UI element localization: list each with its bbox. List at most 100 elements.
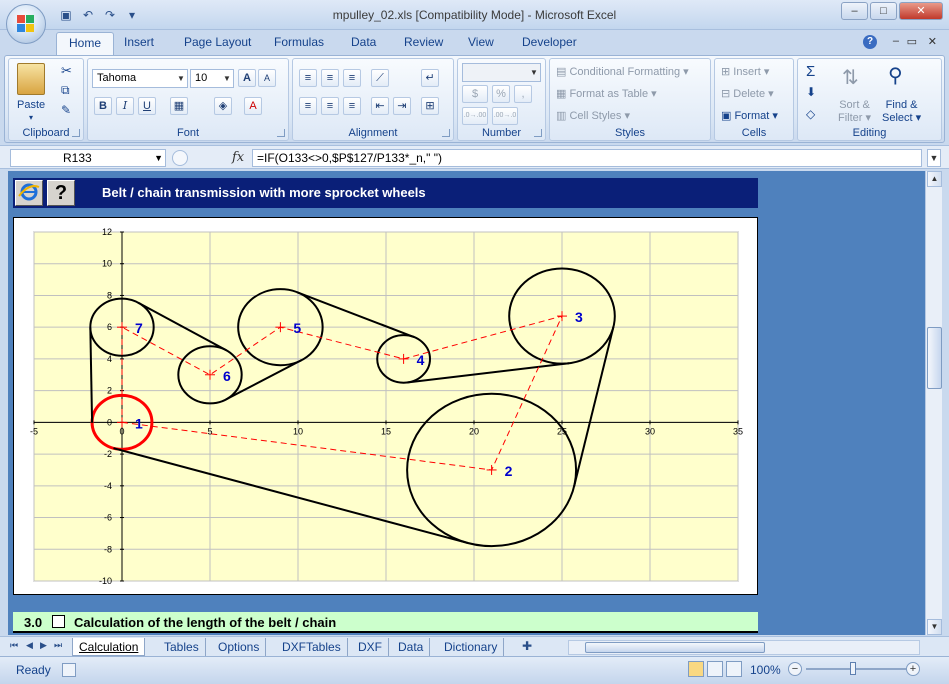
undo-icon[interactable]: ↶ (80, 7, 96, 23)
horizontal-scroll-thumb[interactable] (585, 642, 765, 653)
sheet-tab-options[interactable]: Options (212, 638, 267, 656)
italic-button[interactable]: I (116, 97, 134, 115)
scroll-up-icon[interactable]: ▲ (927, 171, 942, 187)
clipboard-launcher-icon[interactable] (72, 129, 80, 137)
formula-bar-handle-icon[interactable] (172, 150, 188, 166)
bold-button[interactable]: B (94, 97, 112, 115)
last-sheet-icon[interactable]: ⏭ (54, 640, 62, 651)
sheet-tab-dxftables[interactable]: DXFTables (276, 638, 348, 656)
section-checkbox[interactable] (52, 615, 65, 628)
tab-insert[interactable]: Insert (124, 35, 154, 49)
increase-indent-icon[interactable]: ⇥ (393, 97, 411, 115)
belt-chart[interactable]: -5 0 5 10 15 20 25 30 35-10-8-6-4-20246810121234… (14, 218, 757, 594)
formula-input[interactable]: =IF(O133<>0,$P$127/P133*_n," ") (252, 149, 922, 167)
number-launcher-icon[interactable] (534, 129, 542, 137)
align-middle-icon[interactable]: ≡ (321, 69, 339, 87)
align-center-icon[interactable]: ≡ (321, 97, 339, 115)
first-sheet-icon[interactable]: ⏮ (10, 640, 18, 651)
internet-explorer-icon[interactable] (15, 180, 43, 206)
workbook-close-button[interactable]: ✕ (928, 35, 937, 48)
vertical-scroll-thumb[interactable] (927, 327, 942, 389)
sort-filter-icon[interactable]: ⇅ (842, 65, 859, 90)
prev-sheet-icon[interactable]: ◀ (26, 640, 33, 651)
save-icon[interactable]: ▣ (58, 7, 74, 23)
decrease-indent-icon[interactable]: ⇤ (371, 97, 389, 115)
number-format-combo[interactable]: ▼ (462, 63, 541, 82)
tab-home[interactable]: Home (56, 32, 115, 56)
merge-center-icon[interactable]: ⊞ (421, 97, 439, 115)
zoom-level[interactable]: 100% (750, 663, 781, 677)
underline-button[interactable]: U (138, 97, 156, 115)
clear-icon[interactable]: ◇ (806, 107, 815, 121)
decrease-decimal-button[interactable]: .00→.0 (492, 107, 518, 125)
next-sheet-icon[interactable]: ▶ (40, 640, 47, 651)
align-left-icon[interactable]: ≡ (299, 97, 317, 115)
find-select-button[interactable]: Find & Select ▾ (882, 99, 921, 124)
shrink-font-button[interactable]: A (258, 69, 276, 87)
normal-view-icon[interactable] (688, 661, 704, 677)
wrap-text-icon[interactable]: ↵ (421, 69, 439, 87)
macro-recording-icon[interactable] (62, 663, 76, 677)
tab-developer[interactable]: Developer (522, 35, 577, 49)
font-name-combo[interactable]: Tahoma ▼ (92, 69, 188, 88)
font-launcher-icon[interactable] (277, 129, 285, 137)
cut-icon[interactable]: ✂ (61, 63, 72, 79)
zoom-out-button[interactable]: − (788, 662, 802, 676)
chart-frame[interactable]: -5 0 5 10 15 20 25 30 35 -10 -8 -6 -4 -2 0 2 4 6 8 10 12 1 2 3 4… (13, 217, 758, 595)
sheet-tab-dictionary[interactable]: Dictionary (438, 638, 505, 656)
increase-decimal-button[interactable]: .0→.00 (462, 107, 488, 125)
comma-button[interactable]: , (514, 85, 532, 103)
sheet-tab-data[interactable]: Data (392, 638, 431, 656)
maximize-button[interactable]: □ (870, 2, 897, 20)
page-layout-view-icon[interactable] (707, 661, 723, 677)
close-button[interactable]: ✕ (899, 2, 943, 20)
grow-font-button[interactable]: A (238, 69, 256, 87)
scroll-down-icon[interactable]: ▼ (927, 619, 942, 635)
format-painter-icon[interactable]: ✎ (61, 103, 71, 117)
insert-sheet-icon[interactable]: ✚ (522, 639, 532, 653)
sort-filter-button[interactable]: Sort & Filter ▾ (838, 99, 871, 124)
fill-icon[interactable]: ⬇ (806, 85, 816, 99)
vertical-scrollbar[interactable]: ▲ ▼ (925, 171, 942, 635)
conditional-formatting-button[interactable]: ▤ Conditional Formatting ▾ (556, 65, 689, 78)
tab-formulas[interactable]: Formulas (274, 35, 324, 49)
font-size-combo[interactable]: 10 ▼ (190, 69, 234, 88)
insert-function-button[interactable]: fx (232, 150, 244, 165)
name-box[interactable]: R133 ▼ (10, 149, 166, 167)
currency-button[interactable]: $ (462, 85, 488, 103)
paste-icon[interactable] (17, 63, 45, 95)
percent-button[interactable]: % (492, 85, 510, 103)
zoom-in-button[interactable]: + (906, 662, 920, 676)
sheet-tab-dxf[interactable]: DXF (352, 638, 389, 656)
workbook-restore-button[interactable]: ▭ (907, 35, 917, 48)
sheet-tab-tables[interactable]: Tables (158, 638, 206, 656)
zoom-slider-thumb[interactable] (850, 662, 856, 675)
horizontal-scrollbar[interactable] (568, 640, 920, 655)
alignment-launcher-icon[interactable] (442, 129, 450, 137)
minimize-button[interactable]: – (841, 2, 868, 20)
insert-cells-button[interactable]: ⊞ Insert ▾ (721, 65, 769, 78)
paste-dropdown-icon[interactable]: ▾ (29, 113, 33, 122)
orientation-icon[interactable]: ⟋ (371, 69, 389, 87)
tab-page-layout[interactable]: Page Layout (184, 35, 251, 49)
sheet-tab-calculation[interactable]: Calculation (72, 638, 146, 656)
office-button[interactable] (6, 4, 46, 44)
page-break-view-icon[interactable] (726, 661, 742, 677)
format-as-table-button[interactable]: ▦ Format as Table ▾ (556, 87, 657, 100)
cell-styles-button[interactable]: ▥ Cell Styles ▾ (556, 109, 630, 122)
align-bottom-icon[interactable]: ≡ (343, 69, 361, 87)
help-icon[interactable]: ? (863, 35, 877, 49)
expand-formula-bar-icon[interactable]: ▼ (927, 149, 941, 167)
tab-review[interactable]: Review (404, 35, 443, 49)
worksheet[interactable]: ? Belt / chain transmission with more sp… (8, 171, 925, 635)
align-right-icon[interactable]: ≡ (343, 97, 361, 115)
font-color-icon[interactable]: A (244, 97, 262, 115)
binoculars-icon[interactable]: ⚲ (888, 63, 903, 88)
delete-cells-button[interactable]: ⊟ Delete ▾ (721, 87, 774, 100)
tab-view[interactable]: View (468, 35, 494, 49)
tab-data[interactable]: Data (351, 35, 376, 49)
paste-button[interactable]: Paste (17, 99, 45, 111)
align-top-icon[interactable]: ≡ (299, 69, 317, 87)
customize-qat-icon[interactable]: ▾ (124, 7, 140, 23)
borders-icon[interactable]: ▦ (170, 97, 188, 115)
